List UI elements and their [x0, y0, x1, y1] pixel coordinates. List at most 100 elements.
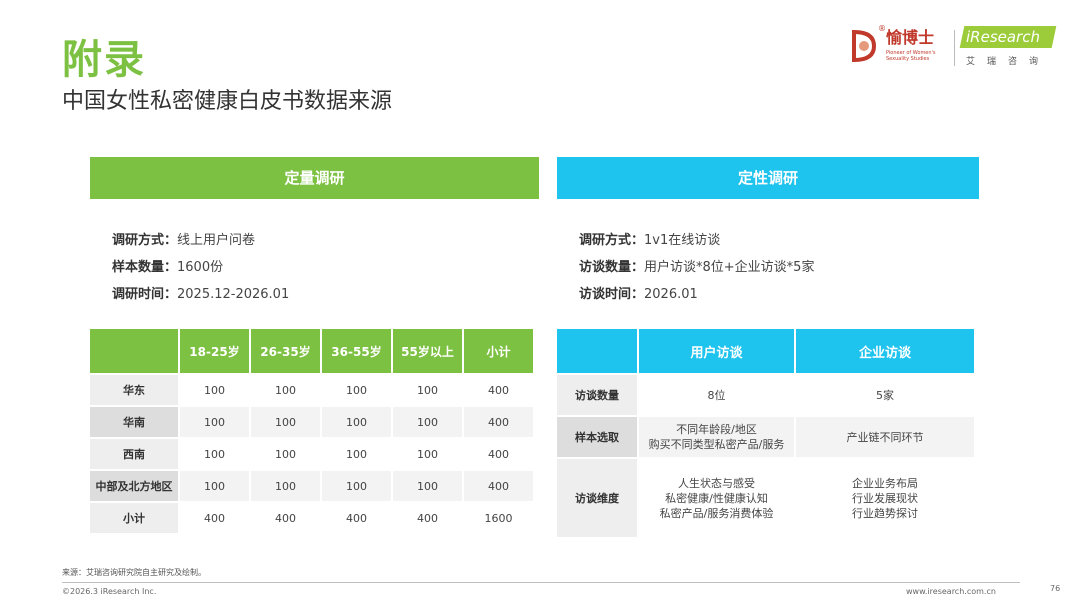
qual-info: 调研方式：1v1在线访谈 访谈数量：用户访谈*8位+企业访谈*5家 访谈时间：2… — [579, 227, 814, 308]
table-cell: 100 — [393, 407, 462, 437]
info-key: 样本数量： — [112, 260, 178, 275]
column-header: 用户访谈 — [639, 329, 794, 373]
column-header: 18-25岁 — [180, 329, 249, 373]
table-cell: 100 — [393, 471, 462, 501]
quant-info-method: 调研方式：线上用户问卷 — [112, 227, 289, 254]
table-cell: 100 — [322, 375, 391, 405]
column-header: 55岁以上 — [393, 329, 462, 373]
table-cell: 100 — [322, 439, 391, 469]
info-value: 1v1在线访谈 — [644, 233, 721, 248]
quant-sample-table: 18-25岁 26-35岁 36-55岁 55岁以上 小计 华东 100 100 10… — [88, 327, 535, 535]
table-cell: 100 — [180, 375, 249, 405]
table-cell: 8位 — [639, 375, 794, 415]
table-cell: 400 — [464, 471, 533, 501]
table-cell: 100 — [393, 439, 462, 469]
info-key: 访谈数量： — [579, 260, 645, 275]
info-key: 调研方式： — [112, 233, 178, 248]
table-cell: 400 — [464, 407, 533, 437]
cell-line: 行业发展现状 — [852, 491, 918, 505]
table-row: 访谈数量 8位 5家 — [557, 375, 974, 415]
cell-line: 产业链不同环节 — [846, 430, 924, 444]
table-cell: 400 — [251, 503, 320, 533]
table-cell: 400 — [393, 503, 462, 533]
table-corner — [557, 329, 637, 373]
table-cell: 100 — [251, 439, 320, 469]
row-label: 小计 — [90, 503, 178, 533]
column-header: 企业访谈 — [796, 329, 974, 373]
column-header: 小计 — [464, 329, 533, 373]
cell-line: 人生状态与感受 — [678, 476, 755, 490]
qual-research-band: 定性调研 — [557, 157, 979, 199]
qual-interview-table: 用户访谈 企业访谈 访谈数量 8位 5家 样本选取 不同年龄段/地区 购买不同类型私密产品… — [555, 327, 976, 539]
table-row: 访谈维度 人生状态与感受 私密健康/性健康认知 私密产品/服务消费体验 企业业务布局 行业… — [557, 459, 974, 537]
row-label: 访谈维度 — [557, 459, 637, 537]
info-value: 用户访谈*8位+企业访谈*5家 — [644, 260, 815, 275]
cell-line: 5家 — [876, 388, 894, 402]
qual-info-method: 调研方式：1v1在线访谈 — [579, 227, 814, 254]
table-row: 华南 100 100 100 100 400 — [90, 407, 533, 437]
row-label: 中部及北方地区 — [90, 471, 178, 501]
table-cell: 产业链不同环节 — [796, 417, 974, 457]
table-cell: 400 — [464, 439, 533, 469]
table-row: 西南 100 100 100 100 400 — [90, 439, 533, 469]
yu-boshi-logo-icon — [852, 29, 877, 63]
table-corner — [90, 329, 178, 373]
registered-mark: ® — [878, 24, 886, 33]
column-header: 26-35岁 — [251, 329, 320, 373]
table-cell: 100 — [180, 439, 249, 469]
table-cell: 企业业务布局 行业发展现状 行业趋势探讨 — [796, 459, 974, 537]
footer-divider — [62, 582, 1020, 583]
quant-info: 调研方式：线上用户问卷 样本数量：1600份 调研时间：2025.12-2026… — [112, 227, 289, 308]
logo-divider — [954, 30, 955, 66]
website-link[interactable]: www.iresearch.com.cn — [906, 587, 996, 597]
cell-line: 购买不同类型私密产品/服务 — [648, 438, 785, 451]
info-key: 访谈时间： — [579, 287, 645, 302]
row-label: 样本选取 — [557, 417, 637, 457]
quant-research-band: 定量调研 — [90, 157, 539, 199]
qual-info-time: 访谈时间：2026.01 — [579, 281, 814, 308]
info-value: 线上用户问卷 — [177, 233, 256, 248]
table-cell: 1600 — [464, 503, 533, 533]
table-cell: 100 — [180, 471, 249, 501]
cell-line: 行业趋势探讨 — [852, 506, 918, 520]
table-cell: 100 — [180, 407, 249, 437]
cell-line: 8位 — [707, 388, 726, 402]
quant-info-time: 调研时间：2025.12-2026.01 — [112, 281, 289, 308]
table-cell: 100 — [322, 471, 391, 501]
table-cell: 400 — [322, 503, 391, 533]
table-header-row: 用户访谈 企业访谈 — [557, 329, 974, 373]
info-value: 1600份 — [177, 260, 224, 275]
iresearch-cn-name: 艾瑞咨询 — [966, 57, 1051, 67]
table-row: 小计 400 400 400 400 1600 — [90, 503, 533, 533]
page-subtitle: 中国女性私密健康白皮书数据来源 — [62, 89, 393, 114]
column-header: 36-55岁 — [322, 329, 391, 373]
table-cell: 100 — [251, 471, 320, 501]
info-value: 2026.01 — [644, 287, 698, 302]
cell-line: 不同年龄段/地区 — [676, 423, 757, 436]
copyright: ©2026.3 iResearch Inc. — [62, 587, 157, 596]
table-cell: 100 — [393, 375, 462, 405]
table-row: 样本选取 不同年龄段/地区 购买不同类型私密产品/服务 产业链不同环节 — [557, 417, 974, 457]
table-cell: 400 — [180, 503, 249, 533]
table-cell: 5家 — [796, 375, 974, 415]
yu-boshi-name: 愉博士 — [886, 28, 935, 47]
row-label: 华东 — [90, 375, 178, 405]
cell-line: 私密产品/服务消费体验 — [659, 506, 774, 520]
source-note: 来源：艾瑞咨询研究院自主研究及绘制。 — [62, 568, 206, 577]
table-cell: 100 — [251, 375, 320, 405]
table-cell: 100 — [322, 407, 391, 437]
quant-info-sample: 样本数量：1600份 — [112, 254, 289, 281]
info-value: 2025.12-2026.01 — [177, 287, 290, 302]
yu-boshi-tagline: Pioneer of Women's Sexuality Studies — [886, 50, 936, 62]
cell-line: 私密健康/性健康认知 — [665, 491, 768, 505]
table-cell: 100 — [251, 407, 320, 437]
table-row: 华东 100 100 100 100 400 — [90, 375, 533, 405]
yu-boshi-logo: ® 愉博士 Pioneer of Women's Sexuality Studi… — [848, 24, 948, 70]
info-key: 调研时间： — [112, 287, 178, 302]
table-cell: 人生状态与感受 私密健康/性健康认知 私密产品/服务消费体验 — [639, 459, 794, 537]
iresearch-logo: iResearch 艾瑞咨询 — [959, 26, 1062, 70]
cell-line: 企业业务布局 — [852, 476, 918, 490]
iresearch-wordmark: iResearch — [966, 28, 1040, 46]
table-cell: 不同年龄段/地区购买不同类型私密产品/服务 — [639, 417, 794, 457]
page-title: 附录 — [62, 37, 146, 83]
